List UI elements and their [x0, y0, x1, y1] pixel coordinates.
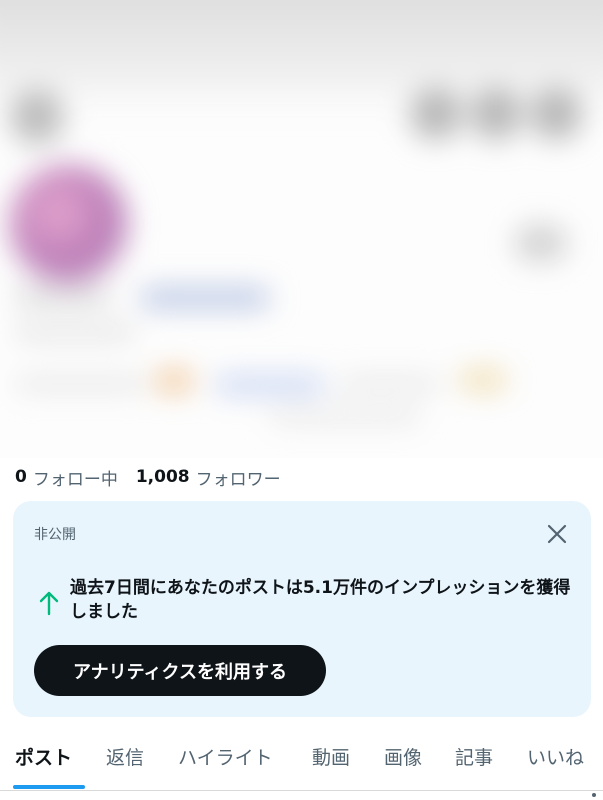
- analytics-card: 非公開 過去7日間にあなたのポストは5.1万件のインプレッションを獲得しました …: [13, 501, 591, 717]
- tab-likes[interactable]: いいね: [527, 743, 584, 770]
- header-action-blurred: [410, 88, 462, 140]
- bio-emoji-blurred: [460, 370, 506, 390]
- tab-articles[interactable]: 記事: [455, 743, 493, 770]
- handle-blurred: [15, 325, 135, 339]
- followers-label[interactable]: フォロワー: [196, 465, 281, 490]
- tab-posts[interactable]: ポスト: [15, 743, 72, 770]
- back-button-blurred: [10, 90, 64, 144]
- private-label: 非公開: [34, 527, 76, 543]
- avatar: [10, 165, 128, 283]
- bio-emoji-blurred: [155, 370, 193, 392]
- profile-tabs: ポスト 返信 ハイライト 動画 画像 記事 いいね: [0, 735, 603, 795]
- impressions-message: 過去7日間にあなたのポストは5.1万件のインプレッションを獲得しました: [70, 578, 571, 622]
- bio-blurred: [270, 410, 420, 422]
- display-name-blurred: [15, 288, 110, 304]
- tab-replies[interactable]: 返信: [106, 743, 144, 770]
- header-action-blurred: [470, 88, 522, 140]
- edit-profile-button-blurred: [515, 225, 567, 261]
- tab-images[interactable]: 画像: [384, 743, 422, 770]
- followers-count[interactable]: 1,008: [136, 467, 190, 487]
- tab-videos[interactable]: 動画: [312, 743, 350, 770]
- active-tab-indicator: [13, 785, 85, 789]
- tabs-divider: [0, 790, 603, 791]
- use-analytics-button[interactable]: アナリティクスを利用する: [34, 645, 326, 696]
- bio-blurred: [340, 378, 440, 390]
- arrow-up-icon: [38, 590, 60, 616]
- blurred-profile-header: [0, 0, 603, 458]
- tab-highlights[interactable]: ハイライト: [178, 743, 273, 770]
- following-count[interactable]: 0: [15, 467, 27, 487]
- close-icon[interactable]: [543, 520, 571, 548]
- scroll-indicator: [592, 793, 596, 797]
- bio-blurred: [15, 378, 145, 390]
- bio-link-blurred: [215, 376, 325, 394]
- verified-badge-blurred: [140, 288, 270, 308]
- header-action-blurred: [530, 88, 582, 140]
- following-label[interactable]: フォロー中: [33, 465, 118, 490]
- follow-stats: 0 フォロー中 1,008 フォロワー: [15, 465, 281, 490]
